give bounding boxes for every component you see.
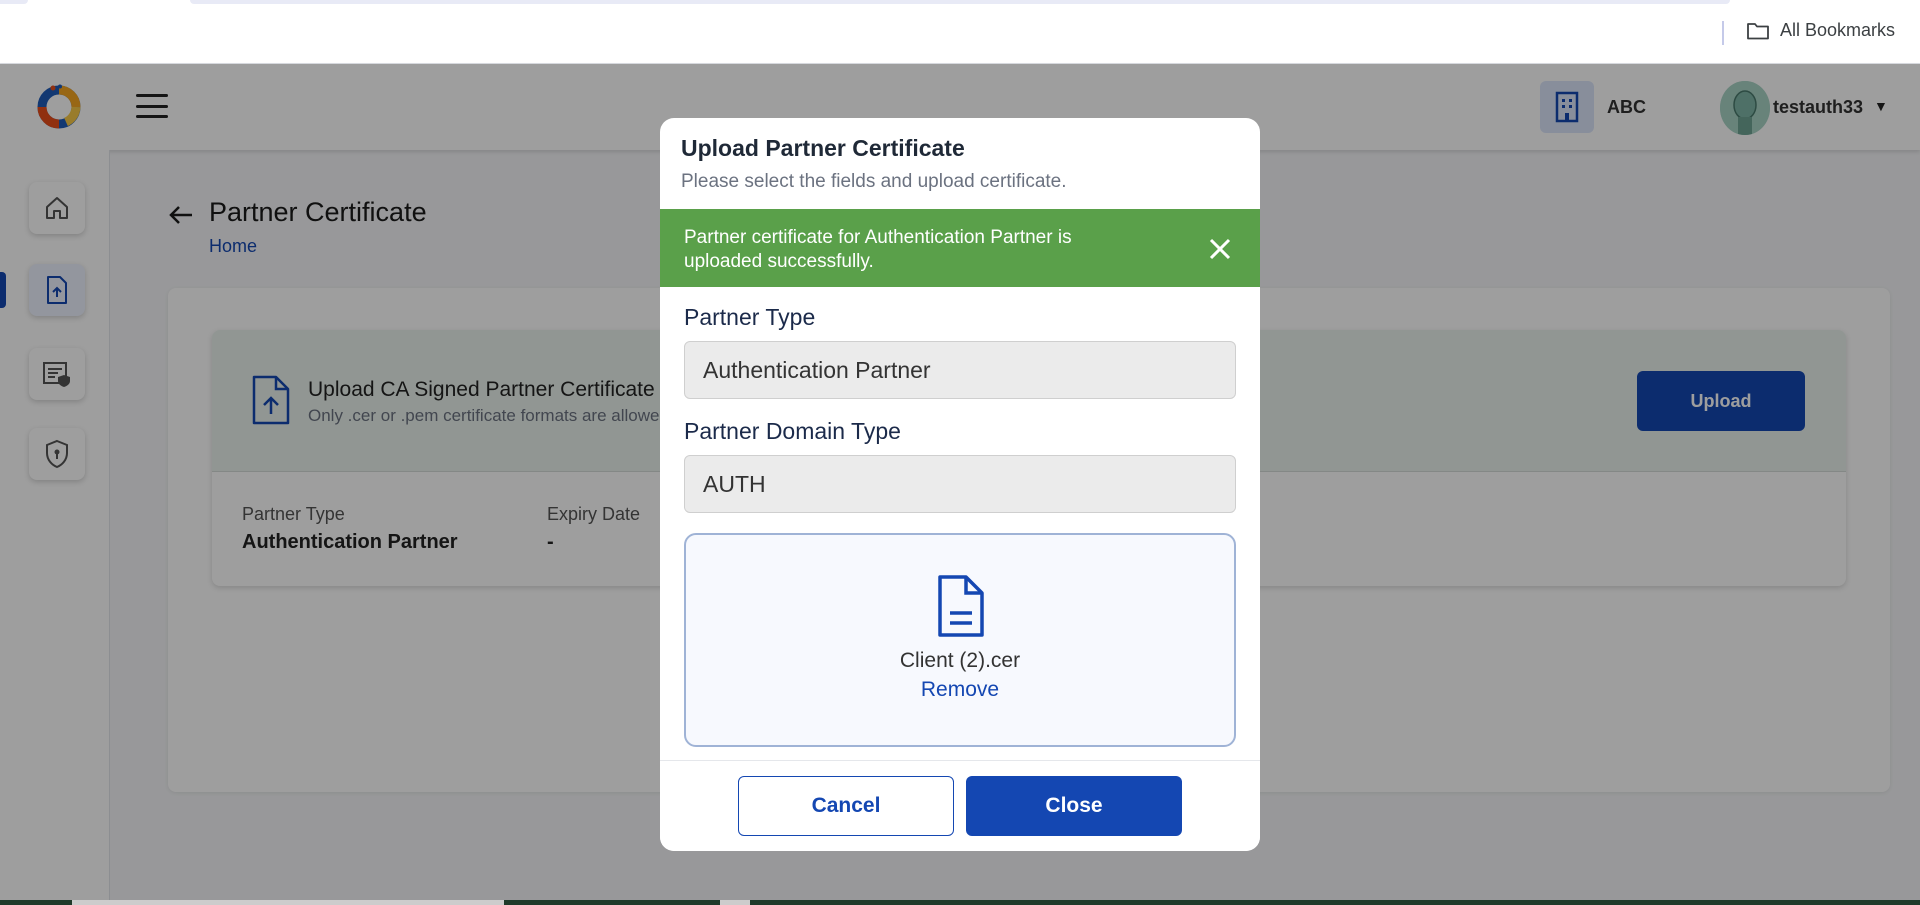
modal-footer: Cancel Close — [660, 760, 1260, 851]
upload-certificate-modal: Upload Partner Certificate Please select… — [660, 118, 1260, 851]
cancel-button[interactable]: Cancel — [738, 776, 954, 836]
all-bookmarks-button[interactable]: All Bookmarks — [1746, 20, 1895, 41]
partner-type-field[interactable]: Authentication Partner — [684, 341, 1236, 399]
browser-address-bar-edge — [190, 0, 1730, 4]
all-bookmarks-label: All Bookmarks — [1780, 20, 1896, 40]
remove-file-link[interactable]: Remove — [686, 678, 1234, 702]
success-message: Partner certificate for Authentication P… — [684, 227, 1072, 272]
file-drop-zone[interactable]: Client (2).cer Remove — [684, 533, 1236, 747]
domain-type-field[interactable]: AUTH — [684, 455, 1236, 513]
taskbar-edge — [0, 900, 1920, 905]
bookmarks-separator — [1722, 21, 1724, 45]
close-icon[interactable] — [1200, 229, 1240, 269]
uploaded-file-name: Client (2).cer — [899, 649, 1021, 672]
close-button[interactable]: Close — [966, 776, 1182, 836]
success-banner: Partner certificate for Authentication P… — [660, 209, 1260, 287]
partner-type-field-label: Partner Type — [684, 304, 816, 330]
browser-bookmarks-bar: All Bookmarks — [0, 0, 1920, 64]
modal-title: Upload Partner Certificate — [681, 135, 965, 161]
document-icon — [938, 575, 984, 637]
folder-icon — [1747, 22, 1769, 39]
modal-subtitle: Please select the fields and upload cert… — [681, 171, 1067, 192]
domain-type-field-label: Partner Domain Type — [684, 418, 901, 444]
browser-tab-edge — [0, 0, 28, 4]
